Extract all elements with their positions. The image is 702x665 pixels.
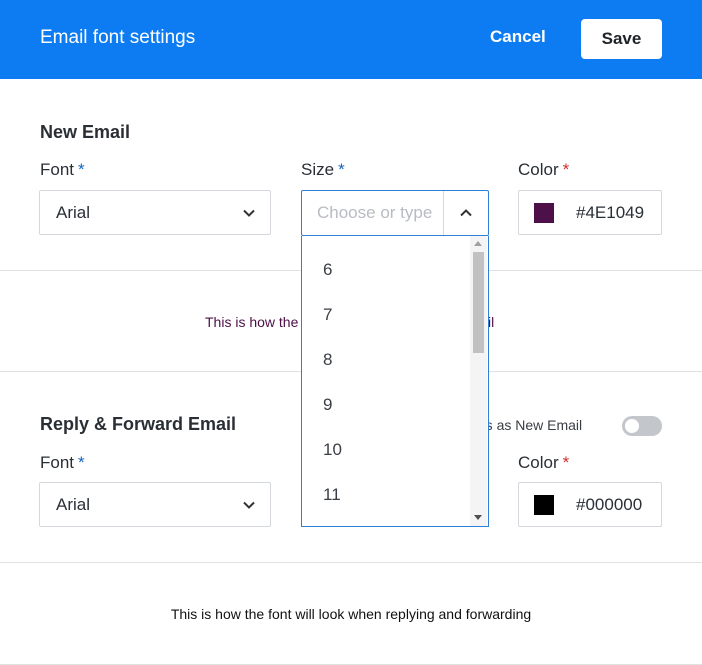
size-option[interactable]: 11 [323, 485, 341, 505]
size-label-text: Size [301, 160, 335, 179]
cancel-button[interactable]: Cancel [490, 27, 546, 47]
reply-preview-text: This is how the font will look when repl… [170, 606, 532, 622]
size-option[interactable]: 8 [323, 350, 332, 370]
font-select-value: Arial [56, 203, 91, 222]
size-option[interactable]: 10 [323, 440, 342, 460]
size-dropdown-list: 6 7 8 9 10 11 [301, 236, 489, 527]
font-select-value: Arial [56, 495, 91, 514]
chevron-up-icon [460, 209, 472, 217]
color-value: #4E1049 [576, 203, 645, 222]
reply-font-label: Font * [40, 453, 85, 473]
divider [0, 562, 702, 563]
scrollbar-thumb[interactable] [473, 252, 484, 353]
header-bar: Email font settings Cancel Save [0, 0, 702, 79]
size-option[interactable]: 7 [323, 305, 332, 325]
toggle-knob [625, 419, 639, 433]
scroll-down-arrow-icon[interactable] [474, 515, 482, 520]
dropdown-scrollbar[interactable] [470, 236, 487, 526]
scroll-up-arrow-icon[interactable] [474, 241, 482, 246]
new-email-font-select[interactable]: Arial [39, 190, 271, 235]
preview-text: This is how the [205, 314, 299, 330]
size-option[interactable]: 6 [323, 260, 332, 280]
size-label: Size * [301, 160, 345, 180]
size-dropdown-toggle[interactable] [443, 191, 488, 235]
new-email-section-title: New Email [40, 122, 131, 142]
color-swatch [534, 495, 554, 515]
required-mark: * [78, 160, 85, 179]
chevron-down-icon [243, 501, 255, 509]
required-mark: * [78, 453, 85, 472]
reply-color-label: Color * [518, 453, 569, 473]
reply-forward-section-title: Reply & Forward Email [40, 414, 237, 434]
reply-color-picker[interactable]: #000000 [518, 482, 662, 527]
new-email-size-combobox[interactable] [301, 190, 489, 236]
color-swatch [534, 203, 554, 223]
required-mark: * [562, 160, 570, 179]
color-value: #000000 [576, 495, 643, 514]
same-settings-toggle[interactable] [622, 416, 662, 436]
size-option[interactable]: 9 [323, 395, 332, 415]
chevron-down-icon [243, 209, 255, 217]
color-label-text: Color [518, 453, 559, 472]
page-title: Email font settings [40, 27, 196, 48]
new-email-color-picker[interactable]: #4E1049 [518, 190, 662, 235]
color-label: Color * [518, 160, 569, 180]
color-label-text: Color [518, 160, 559, 179]
required-mark: * [338, 160, 345, 179]
font-label: Font * [40, 160, 85, 180]
size-input[interactable] [302, 191, 443, 235]
font-label-text: Font [40, 160, 75, 179]
save-button[interactable]: Save [581, 19, 662, 59]
reply-font-select[interactable]: Arial [39, 482, 271, 527]
required-mark: * [562, 453, 570, 472]
font-label-text: Font [40, 453, 75, 472]
